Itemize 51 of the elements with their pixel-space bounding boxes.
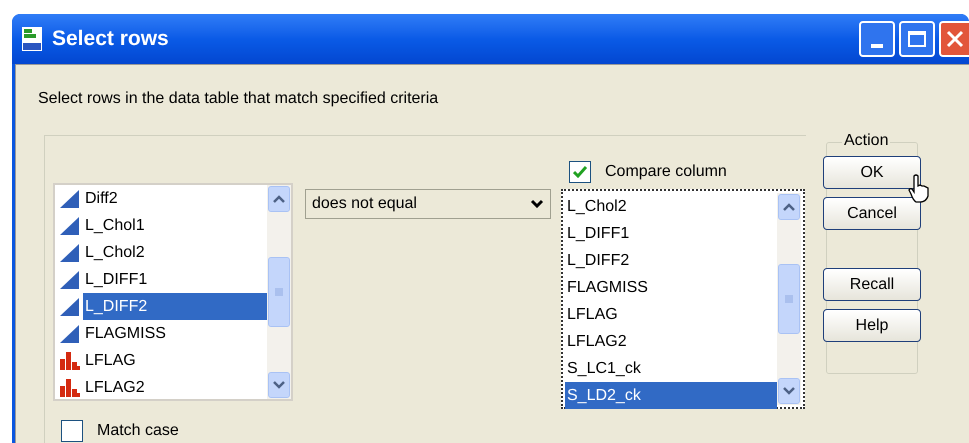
- maximize-button[interactable]: [899, 21, 935, 57]
- list-item[interactable]: L_DIFF1: [565, 220, 777, 247]
- list-item[interactable]: LFLAG2: [565, 328, 777, 355]
- app-icon: [20, 26, 44, 52]
- scroll-up-icon[interactable]: [268, 186, 290, 212]
- window-title: Select rows: [52, 26, 170, 52]
- compare-checkbox[interactable]: [569, 161, 591, 183]
- action-button[interactable]: Cancel: [823, 197, 921, 230]
- scroll-thumb-icon[interactable]: [268, 257, 290, 327]
- condition-dropdown[interactable]: does not equal: [305, 189, 551, 219]
- continuous-icon: [59, 296, 81, 316]
- continuous-icon: [59, 242, 81, 262]
- continuous-icon: [59, 216, 81, 236]
- list-item[interactable]: LFLAG2: [83, 374, 267, 401]
- list-item[interactable]: LFLAG: [565, 301, 777, 328]
- scroll-down-icon[interactable]: [268, 372, 290, 398]
- chevron-down-icon: [530, 199, 544, 209]
- close-button[interactable]: [939, 21, 969, 57]
- bar-chart-icon: [59, 378, 81, 398]
- hand-cursor-icon: [908, 174, 930, 204]
- continuous-icon: [59, 188, 81, 208]
- minimize-button[interactable]: [859, 21, 895, 57]
- description-text: Select rows in the data table that match specified criteria: [38, 89, 440, 109]
- list-item[interactable]: L_Chol2: [565, 193, 777, 220]
- list-item[interactable]: L_Chol1: [83, 212, 267, 239]
- list-item[interactable]: FLAGMISS: [83, 320, 267, 347]
- list-item[interactable]: L_DIFF2: [83, 293, 267, 320]
- bar-chart-icon: [59, 350, 81, 370]
- match-case-label: Match case: [97, 421, 179, 441]
- list-item[interactable]: LFLAG: [83, 347, 267, 374]
- action-button[interactable]: Recall: [823, 268, 921, 301]
- list-item[interactable]: L_Chol2: [83, 239, 267, 266]
- action-button[interactable]: OK: [823, 156, 921, 189]
- match-case-checkbox[interactable]: [61, 420, 83, 442]
- list-item[interactable]: Diff2: [83, 185, 267, 212]
- close-icon: [946, 30, 964, 48]
- scrollbar[interactable]: [777, 193, 801, 405]
- scroll-thumb-icon[interactable]: [778, 264, 800, 334]
- scrollbar[interactable]: [267, 185, 291, 399]
- list-item[interactable]: S_LD2_ck: [565, 382, 777, 409]
- action-button[interactable]: Help: [823, 309, 921, 342]
- check-icon: [573, 166, 587, 178]
- list-item[interactable]: L_DIFF2: [565, 247, 777, 274]
- compare-column-label: Compare column: [605, 162, 727, 182]
- list-item[interactable]: FLAGMISS: [565, 274, 777, 301]
- scroll-down-icon[interactable]: [778, 378, 800, 404]
- list-item[interactable]: S_LC1_ck: [565, 355, 777, 382]
- continuous-icon: [59, 270, 81, 290]
- scroll-up-icon[interactable]: [778, 194, 800, 220]
- continuous-icon: [59, 324, 81, 344]
- list-item[interactable]: L_DIFF1: [83, 266, 267, 293]
